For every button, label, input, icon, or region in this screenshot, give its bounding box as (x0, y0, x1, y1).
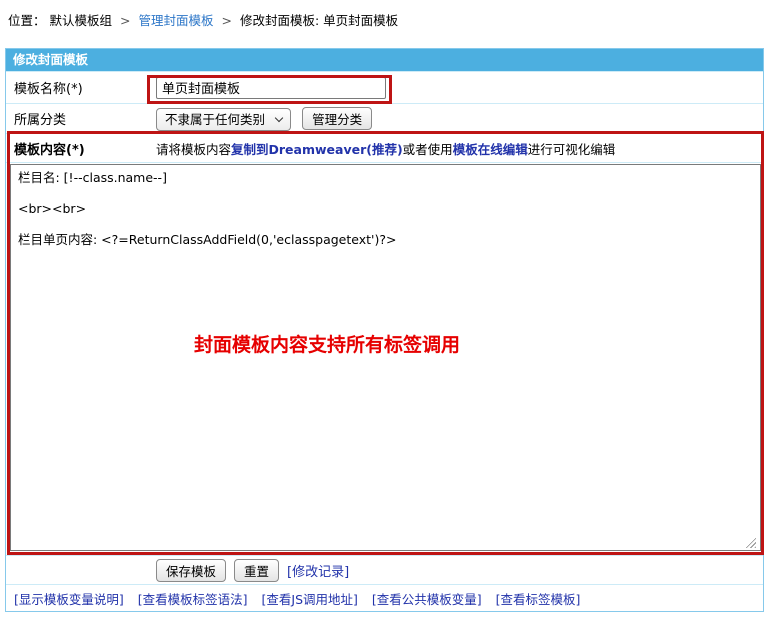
reset-button[interactable]: 重置 (234, 559, 279, 582)
online-template-editor-link[interactable]: 模板在线编辑 (453, 142, 528, 157)
breadcrumb-item-current-page: 修改封面模板: 单页封面模板 (240, 13, 398, 28)
template-content-textarea[interactable]: 栏目名: [!--class.name--] <br><br> 栏目单页内容: … (10, 164, 761, 551)
view-tag-templates-link[interactable]: [查看标签模板] (496, 589, 581, 608)
category-select[interactable]: 不隶属于任何类别 (156, 108, 291, 131)
breadcrumb-separator: > (120, 13, 130, 28)
template-content-row: 栏目名: [!--class.name--] <br><br> 栏目单页内容: … (6, 162, 763, 555)
action-buttons-row: 保存模板 重置 [修改记录] (6, 555, 763, 584)
view-js-call-address-link[interactable]: [查看JS调用地址] (262, 589, 358, 608)
footer-links-row: [显示模板变量说明] [查看模板标签语法] [查看JS调用地址] [查看公共模板… (6, 584, 763, 611)
modification-history-link[interactable]: [修改记录] (287, 561, 349, 580)
hint-text-2: 或者使用 (403, 142, 453, 157)
edit-cover-template-panel: 修改封面模板 模板名称(*) 所属分类 不隶属于任何类别 管理分类 模板内容(*… (5, 48, 764, 612)
breadcrumb: 位置： 默认模板组 > 管理封面模板 > 修改封面模板: 单页封面模板 (8, 10, 398, 29)
copy-to-dreamweaver-link[interactable]: 复制到Dreamweaver(推荐) (231, 142, 403, 157)
template-content-header-row: 模板内容(*) 请将模板内容复制到Dreamweaver(推荐)或者使用模板在线… (6, 133, 763, 162)
save-template-button[interactable]: 保存模板 (156, 559, 226, 582)
view-public-template-variables-link[interactable]: [查看公共模板变量] (372, 589, 482, 608)
manage-category-button[interactable]: 管理分类 (302, 107, 372, 130)
hint-text-1: 请将模板内容 (156, 142, 231, 157)
show-template-variables-link[interactable]: [显示模板变量说明] (14, 589, 124, 608)
breadcrumb-separator: > (221, 13, 231, 28)
template-name-row: 模板名称(*) (6, 71, 763, 103)
template-name-input[interactable] (156, 77, 386, 99)
category-select-wrap: 不隶属于任何类别 (156, 108, 291, 131)
panel-title: 修改封面模板 (6, 49, 763, 71)
template-name-label: 模板名称(*) (6, 78, 156, 97)
breadcrumb-item-template-group: 默认模板组 (50, 13, 113, 28)
template-name-field-cell (156, 77, 386, 99)
breadcrumb-link-manage-cover-templates[interactable]: 管理封面模板 (138, 13, 213, 28)
template-content-label: 模板内容(*) (6, 139, 156, 158)
view-template-tag-syntax-link[interactable]: [查看模板标签语法] (138, 589, 248, 608)
category-row: 所属分类 不隶属于任何类别 管理分类 (6, 103, 763, 133)
template-content-hint: 请将模板内容复制到Dreamweaver(推荐)或者使用模板在线编辑进行可视化编… (156, 139, 615, 158)
category-field-cell: 不隶属于任何类别 管理分类 (156, 107, 372, 131)
breadcrumb-prefix: 位置： (8, 13, 46, 28)
hint-text-3: 进行可视化编辑 (528, 142, 616, 157)
category-label: 所属分类 (6, 109, 156, 128)
